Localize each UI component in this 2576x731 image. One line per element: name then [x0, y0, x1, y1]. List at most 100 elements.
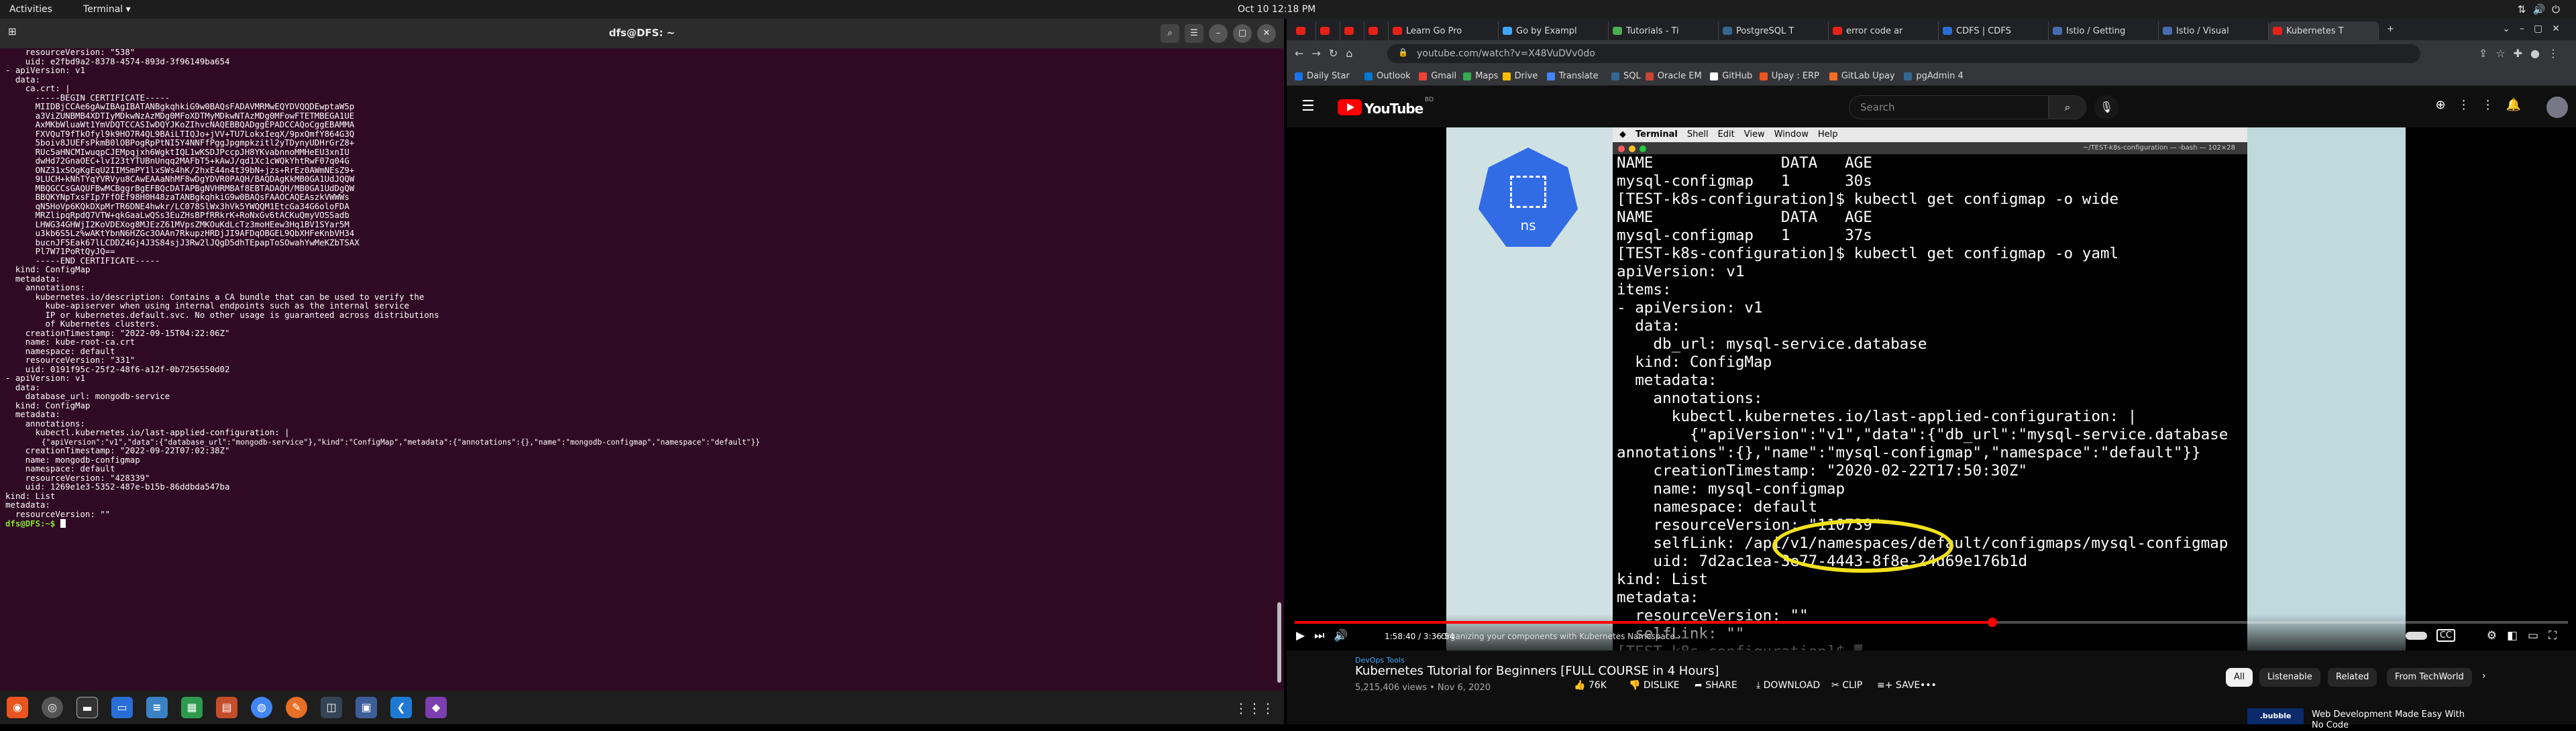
- bookmark-item[interactable]: Oracle EM: [1645, 71, 1702, 81]
- save-button[interactable]: ≡+ SAVE: [1877, 680, 1920, 691]
- terminal-scrollbar[interactable]: [1277, 602, 1281, 683]
- next-icon[interactable]: ⏭: [1314, 629, 1334, 642]
- new-tab-icon[interactable]: +: [2383, 21, 2400, 40]
- goland-icon[interactable]: ◆: [425, 697, 447, 718]
- share-button[interactable]: ➦ SHARE: [1695, 680, 1737, 691]
- create-icon[interactable]: ⊕: [2435, 98, 2457, 112]
- browser-tab[interactable]: [1292, 21, 1316, 40]
- autoplay-toggle[interactable]: [2406, 632, 2427, 640]
- header-actions[interactable]: ⊕⋮⋮🔔: [2435, 98, 2533, 112]
- chip-related[interactable]: Related: [2328, 668, 2377, 687]
- bookmark-item[interactable]: Gmail: [1419, 71, 1456, 81]
- playback-buttons[interactable]: ▶⏭🔊: [1296, 629, 1358, 642]
- browser-tab[interactable]: [1364, 21, 1389, 40]
- download-button[interactable]: ⤓ DOWNLOAD: [1756, 680, 1820, 691]
- settings-icon[interactable]: ◎: [42, 697, 63, 718]
- chevron-right-icon[interactable]: ›: [2482, 671, 2486, 681]
- terminal-icon[interactable]: ▬: [76, 697, 98, 718]
- mic-button[interactable]: 🎙: [2094, 95, 2118, 119]
- progress-bar[interactable]: [1295, 618, 2568, 627]
- like-button[interactable]: 👍 76K: [1574, 680, 1607, 691]
- presentation-icon[interactable]: ▤: [216, 697, 237, 718]
- search-icon[interactable]: ⌕: [1161, 24, 1179, 43]
- terminal-output[interactable]: resourceVersion: "538" uid: e2fbd9a2-837…: [5, 48, 1269, 691]
- bookmark-item[interactable]: Maps: [1463, 71, 1498, 81]
- url-input[interactable]: youtube.com/watch?v=X48VuDVv0do: [1387, 44, 2420, 63]
- reload-icon[interactable]: ↻: [1329, 47, 1346, 60]
- close-icon[interactable]: ✕: [1257, 24, 1276, 43]
- folder-icon[interactable]: ▭: [111, 697, 133, 718]
- search-button[interactable]: ⌕: [2049, 95, 2086, 119]
- bookmark-item[interactable]: Upay : ERP: [1759, 71, 1819, 81]
- chip-from-techworld[interactable]: From TechWorld: [2387, 668, 2472, 687]
- document-icon[interactable]: ≡: [146, 697, 168, 718]
- browser-tab[interactable]: CDFS | CDFS: [1939, 21, 2049, 40]
- theater-icon[interactable]: ▭: [2528, 629, 2548, 642]
- youtube-logo[interactable]: [1338, 99, 1362, 115]
- clip-button[interactable]: ✂ CLIP: [1831, 680, 1862, 691]
- ubuntu-icon[interactable]: ◉: [7, 697, 28, 718]
- browser-tab[interactable]: [1316, 21, 1340, 40]
- close-icon[interactable]: ✕: [2552, 23, 2569, 34]
- browser-tab[interactable]: Kubernetes T: [2269, 21, 2379, 40]
- bookmark-item[interactable]: GitHub: [1710, 71, 1752, 81]
- maximize-icon[interactable]: ▢: [1233, 24, 1252, 43]
- ad-title[interactable]: Web Development Made Easy With No Code: [2312, 710, 2473, 731]
- app-grid-icon[interactable]: ⋮⋮⋮: [1234, 700, 1275, 716]
- youtube-brand[interactable]: YouTube: [1364, 101, 1424, 117]
- apps-icon[interactable]: ⋮⋮: [2458, 98, 2506, 112]
- bookmark-item[interactable]: Outlook: [1364, 71, 1411, 81]
- browser-tab[interactable]: Learn Go Pro: [1389, 21, 1499, 40]
- bell-icon[interactable]: 🔔: [2506, 98, 2533, 112]
- hamburger-icon[interactable]: ☰: [1301, 98, 1315, 115]
- back-icon[interactable]: ←: [1295, 47, 1311, 60]
- profile-icon[interactable]: ●: [2530, 47, 2548, 60]
- bookmark-item[interactable]: Translate: [1546, 71, 1599, 81]
- maximize-icon[interactable]: ▢: [2534, 23, 2552, 34]
- clock[interactable]: Oct 10 12:18 PM: [1238, 4, 1316, 15]
- avatar[interactable]: [2546, 97, 2568, 118]
- settings-icon[interactable]: ⚙: [2487, 629, 2507, 642]
- window-controls[interactable]: ⌄–▢✕: [2502, 23, 2569, 34]
- volume-icon[interactable]: 🔊: [1334, 629, 1357, 642]
- browser-tab[interactable]: Tutorials - Ti: [1609, 21, 1719, 40]
- browser-tab[interactable]: Istio / Getting: [2049, 21, 2159, 40]
- forward-icon[interactable]: →: [1311, 47, 1328, 60]
- bookmark-item[interactable]: GitLab Upay: [1829, 71, 1895, 81]
- video-player[interactable]: ns ◆ Terminal Shell Edit View Window Help ~/TE…: [1287, 127, 2576, 651]
- chevron-down-icon[interactable]: ⌄: [2502, 23, 2520, 34]
- bookmark-item[interactable]: Daily Star: [1295, 71, 1350, 81]
- bookmark-item[interactable]: pgAdmin 4: [1904, 71, 1964, 81]
- extension-icon[interactable]: ✚: [2514, 47, 2530, 60]
- more-actions-button[interactable]: •••: [1920, 680, 1937, 691]
- miniplayer-icon[interactable]: ◧: [2507, 629, 2528, 642]
- captions-icon[interactable]: CC: [2436, 629, 2455, 642]
- fullscreen-icon[interactable]: ⛶: [2548, 629, 2567, 642]
- video-frame[interactable]: ns ◆ Terminal Shell Edit View Window Help ~/TE…: [1446, 127, 2406, 651]
- progress-scrubber[interactable]: [1988, 618, 1998, 627]
- ad-thumbnail[interactable]: .bubble: [2247, 708, 2304, 724]
- player-right-buttons[interactable]: ⚙◧▭⛶: [2487, 629, 2567, 642]
- nav-buttons[interactable]: ←→↻⌂: [1295, 47, 1360, 60]
- chrome-icon[interactable]: ◍: [251, 697, 272, 718]
- browser-toolbar-icons[interactable]: ⇪☆✚●⋮: [2479, 47, 2567, 60]
- play-icon[interactable]: ▶: [1296, 629, 1314, 642]
- vscode-icon[interactable]: ❮: [390, 697, 412, 718]
- browser-tab[interactable]: error code ar: [1829, 21, 1939, 40]
- app-menu[interactable]: Terminal ▾: [83, 4, 131, 15]
- terminal-prompt-line[interactable]: dfs@DFS:~$: [5, 519, 1269, 529]
- menu-icon[interactable]: ☰: [1185, 24, 1203, 43]
- browser-tab[interactable]: [1340, 21, 1364, 40]
- dislike-button[interactable]: 👎 DISLIKE: [1629, 680, 1680, 691]
- screenshot-icon[interactable]: ◫: [321, 697, 342, 718]
- chip-all[interactable]: All: [2226, 668, 2253, 687]
- browser-tab[interactable]: Istio / Visual: [2159, 21, 2269, 40]
- home-icon[interactable]: ⌂: [1346, 47, 1360, 60]
- system-tray[interactable]: ⇅🔊⏻: [2518, 3, 2567, 15]
- kebab-menu-icon[interactable]: ⋮: [2548, 47, 2567, 60]
- search-input[interactable]: Search: [1849, 95, 2049, 119]
- chip-listenable[interactable]: Listenable: [2259, 668, 2320, 687]
- browser-tab[interactable]: Go by Exampl: [1499, 21, 1609, 40]
- postman-icon[interactable]: ✎: [286, 697, 307, 718]
- database-icon[interactable]: ▣: [356, 697, 377, 718]
